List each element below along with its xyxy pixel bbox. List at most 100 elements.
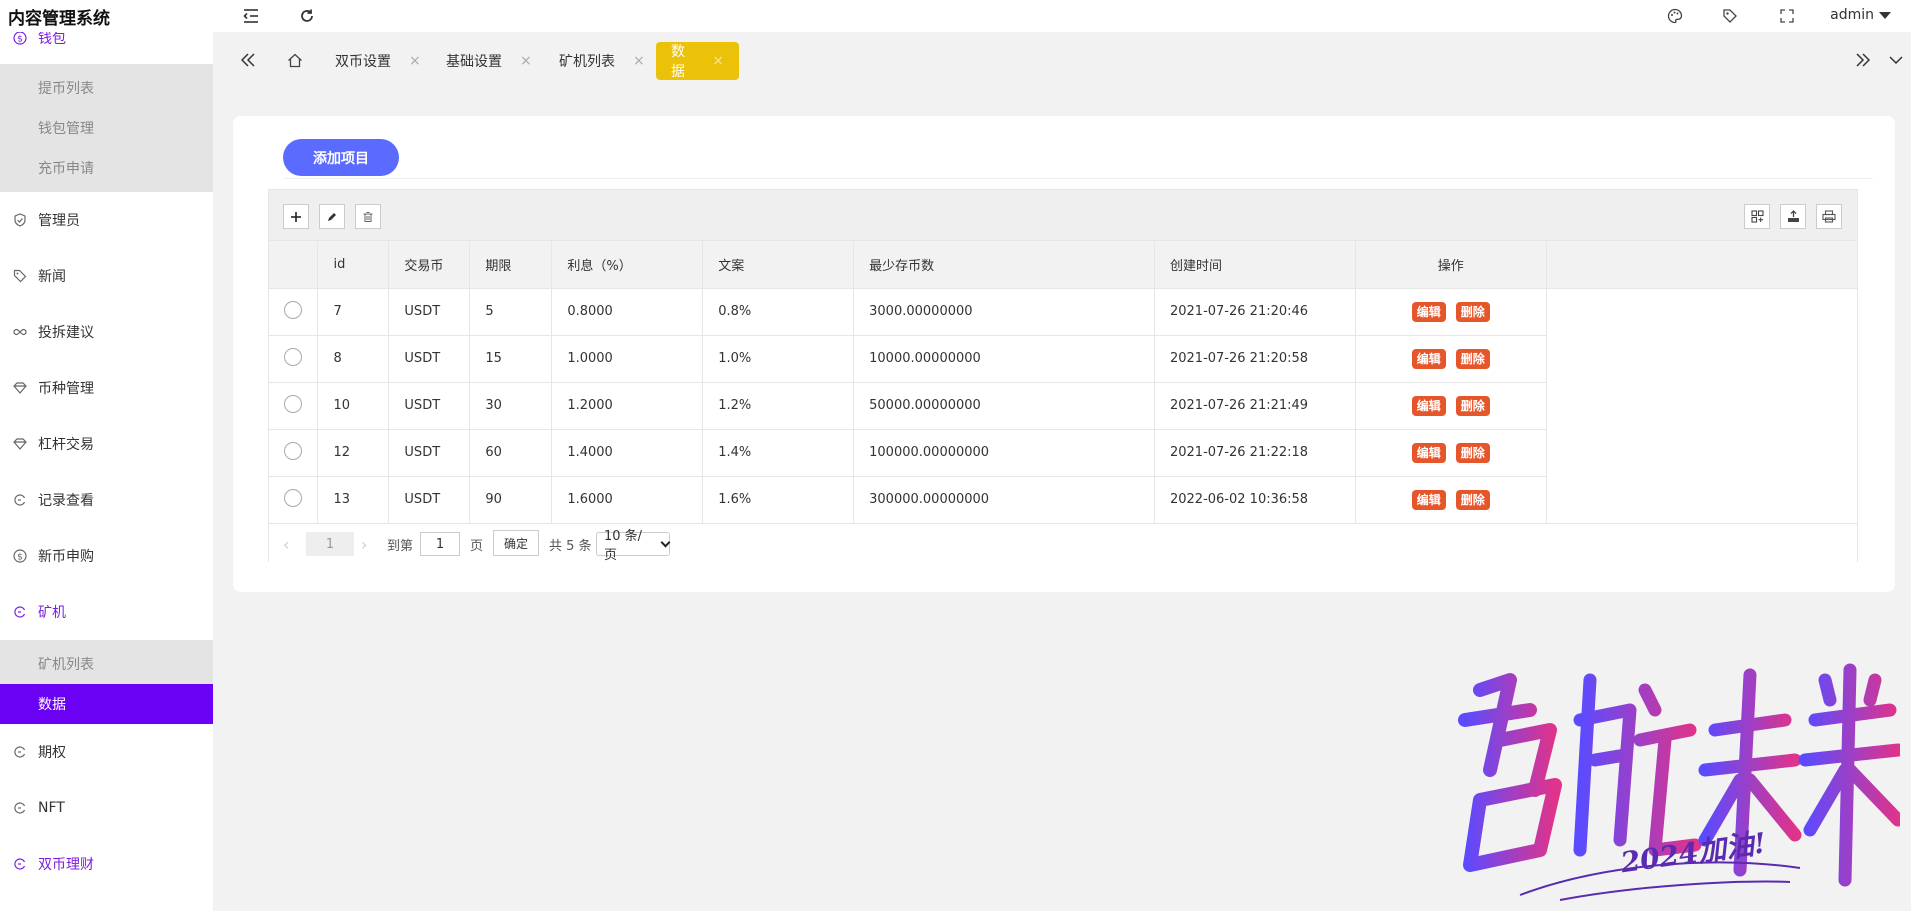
cell-interest: 0.8000 [551,288,704,336]
sidebar-item-records[interactable]: 记录查看 [0,472,213,528]
edit-button[interactable]: 编辑 [1411,442,1446,463]
sidebar-item-label: 矿机 [38,605,66,621]
cell-filler [1546,382,1857,429]
column-header-copy[interactable]: 文案 [702,241,855,289]
sidebar-subitem-miner-list[interactable]: 矿机列表 [0,644,213,684]
print-icon[interactable] [1816,204,1842,229]
wallet-submenu: 提币列表 钱包管理 充币申请 [0,64,213,192]
close-icon[interactable]: × [520,53,532,69]
delete-button[interactable]: 删除 [1455,395,1490,416]
cell-actions: 编辑 删除 [1355,335,1547,383]
columns-filter-icon[interactable] [1744,204,1770,229]
column-header-min-deposit[interactable]: 最少存币数 [853,241,1155,289]
sidebar-item-wallet[interactable]: $ 钱包 [0,32,213,48]
sidebar-subitem-deposit-apply[interactable]: 充币申请 [0,148,213,188]
add-item-button[interactable]: 添加项目 [283,139,399,176]
edit-button[interactable]: 编辑 [1411,348,1446,369]
tab-basic-settings[interactable]: 基础设置 × [446,42,532,80]
chevron-down-icon [660,537,671,547]
edit-button[interactable]: 编辑 [1411,301,1446,322]
user-menu[interactable]: admin [1830,7,1891,23]
chevron-down-icon[interactable] [1886,50,1906,70]
sidebar-item-label: 币种管理 [38,381,94,397]
row-radio[interactable] [284,347,303,366]
row-radio[interactable] [284,300,303,319]
edit-button[interactable]: 编辑 [1411,395,1446,416]
column-header-id[interactable]: id [317,241,390,289]
sidebar-subitem-wallet-manage[interactable]: 钱包管理 [0,108,213,148]
refresh-icon[interactable] [297,6,317,26]
delete-button[interactable]: 删除 [1455,442,1490,463]
edit-button[interactable]: 编辑 [1411,489,1446,510]
tab-miner-list[interactable]: 矿机列表 × [559,42,645,80]
delete-button[interactable]: 删除 [1455,301,1490,322]
trash-icon[interactable] [355,204,381,229]
shield-icon [12,212,28,228]
total-count: 共 5 条 [549,538,592,554]
export-icon[interactable] [1780,204,1806,229]
sidebar-item-feedback[interactable]: 投拆建议 [0,304,213,360]
goto-page-input[interactable]: 1 [420,532,460,556]
tab-data[interactable]: 数据 × [656,42,739,80]
sidebar-item-leverage[interactable]: 杠杆交易 [0,416,213,472]
prev-page-icon[interactable]: ‹ [283,532,289,556]
sidebar-item-admin[interactable]: 管理员 [0,192,213,248]
confirm-label: 确定 [493,530,540,556]
cell-min-deposit: 300000.00000000 [853,476,1155,524]
column-header-interest[interactable]: 利息（%） [551,241,704,289]
row-radio[interactable] [284,441,303,460]
row-radio[interactable] [284,488,303,507]
current-page[interactable]: 1 [306,532,354,556]
cell-interest: 1.0000 [551,335,704,383]
tabs-scroll-right-icon[interactable] [1853,50,1873,70]
data-table: id 交易币 期限 利息（%） 文案 最少存币数 创建时间 操作 7 USDT … [269,241,1857,524]
sidebar-item-options[interactable]: 期权 [0,724,213,780]
close-icon[interactable]: × [633,53,645,69]
row-select-cell [269,476,319,524]
sidebar-item-label: 管理员 [38,213,80,229]
close-icon[interactable]: × [409,53,421,69]
cell-id: 7 [317,288,390,336]
column-header-term[interactable]: 期限 [469,241,553,289]
column-header-select [269,241,319,289]
theme-palette-icon[interactable] [1665,6,1685,26]
cell-copy: 1.4% [702,429,855,477]
table-row: 10 USDT 30 1.2000 1.2% 50000.00000000 20… [269,382,1857,430]
delete-button[interactable]: 删除 [1455,489,1490,510]
data-table-container: id 交易币 期限 利息（%） 文案 最少存币数 创建时间 操作 7 USDT … [268,189,1858,563]
row-radio[interactable] [284,394,303,413]
cell-created-at: 2022-06-02 10:36:58 [1154,476,1356,524]
next-page-icon[interactable]: › [361,532,367,556]
miner-submenu: 矿机列表 数据 [0,640,213,724]
sidebar-subitem-withdraw-list[interactable]: 提币列表 [0,68,213,108]
sidebar-item-label: 钱包 [38,32,66,47]
cell-coin: USDT [388,429,471,477]
cell-min-deposit: 100000.00000000 [853,429,1155,477]
sidebar-item-label: 新闻 [38,269,66,285]
delete-button[interactable]: 删除 [1455,348,1490,369]
tag-icon [12,268,28,284]
sidebar-item-dual-finance[interactable]: 双币理财 [0,836,213,892]
sidebar-item-nft[interactable]: NFT [0,780,213,836]
tab-dual-settings[interactable]: 双币设置 × [335,42,421,80]
row-select-cell [269,335,319,383]
add-icon[interactable] [283,204,309,229]
tabs-scroll-left-icon[interactable] [238,50,258,70]
sidebar-item-currency[interactable]: 币种管理 [0,360,213,416]
sidebar-item-news[interactable]: 新闻 [0,248,213,304]
column-header-created-at[interactable]: 创建时间 [1154,241,1356,289]
chevron-down-icon [1879,11,1891,19]
sidebar-item-new-coin[interactable]: $ 新币申购 [0,528,213,584]
close-icon[interactable]: × [712,53,724,69]
fullscreen-icon[interactable] [1777,6,1797,26]
sidebar-subitem-data[interactable]: 数据 [0,684,213,724]
tag-icon[interactable] [1720,6,1740,26]
collapse-sidebar-icon[interactable] [241,6,261,26]
divider [283,178,1873,179]
edit-icon[interactable] [319,204,345,229]
page-size-select[interactable]: 10 条/页 [596,529,671,563]
sidebar-item-miner[interactable]: 矿机 [0,584,213,640]
confirm-page-button[interactable]: 确定 [493,530,540,556]
column-header-coin[interactable]: 交易币 [388,241,471,289]
home-tab-icon[interactable] [285,50,305,70]
